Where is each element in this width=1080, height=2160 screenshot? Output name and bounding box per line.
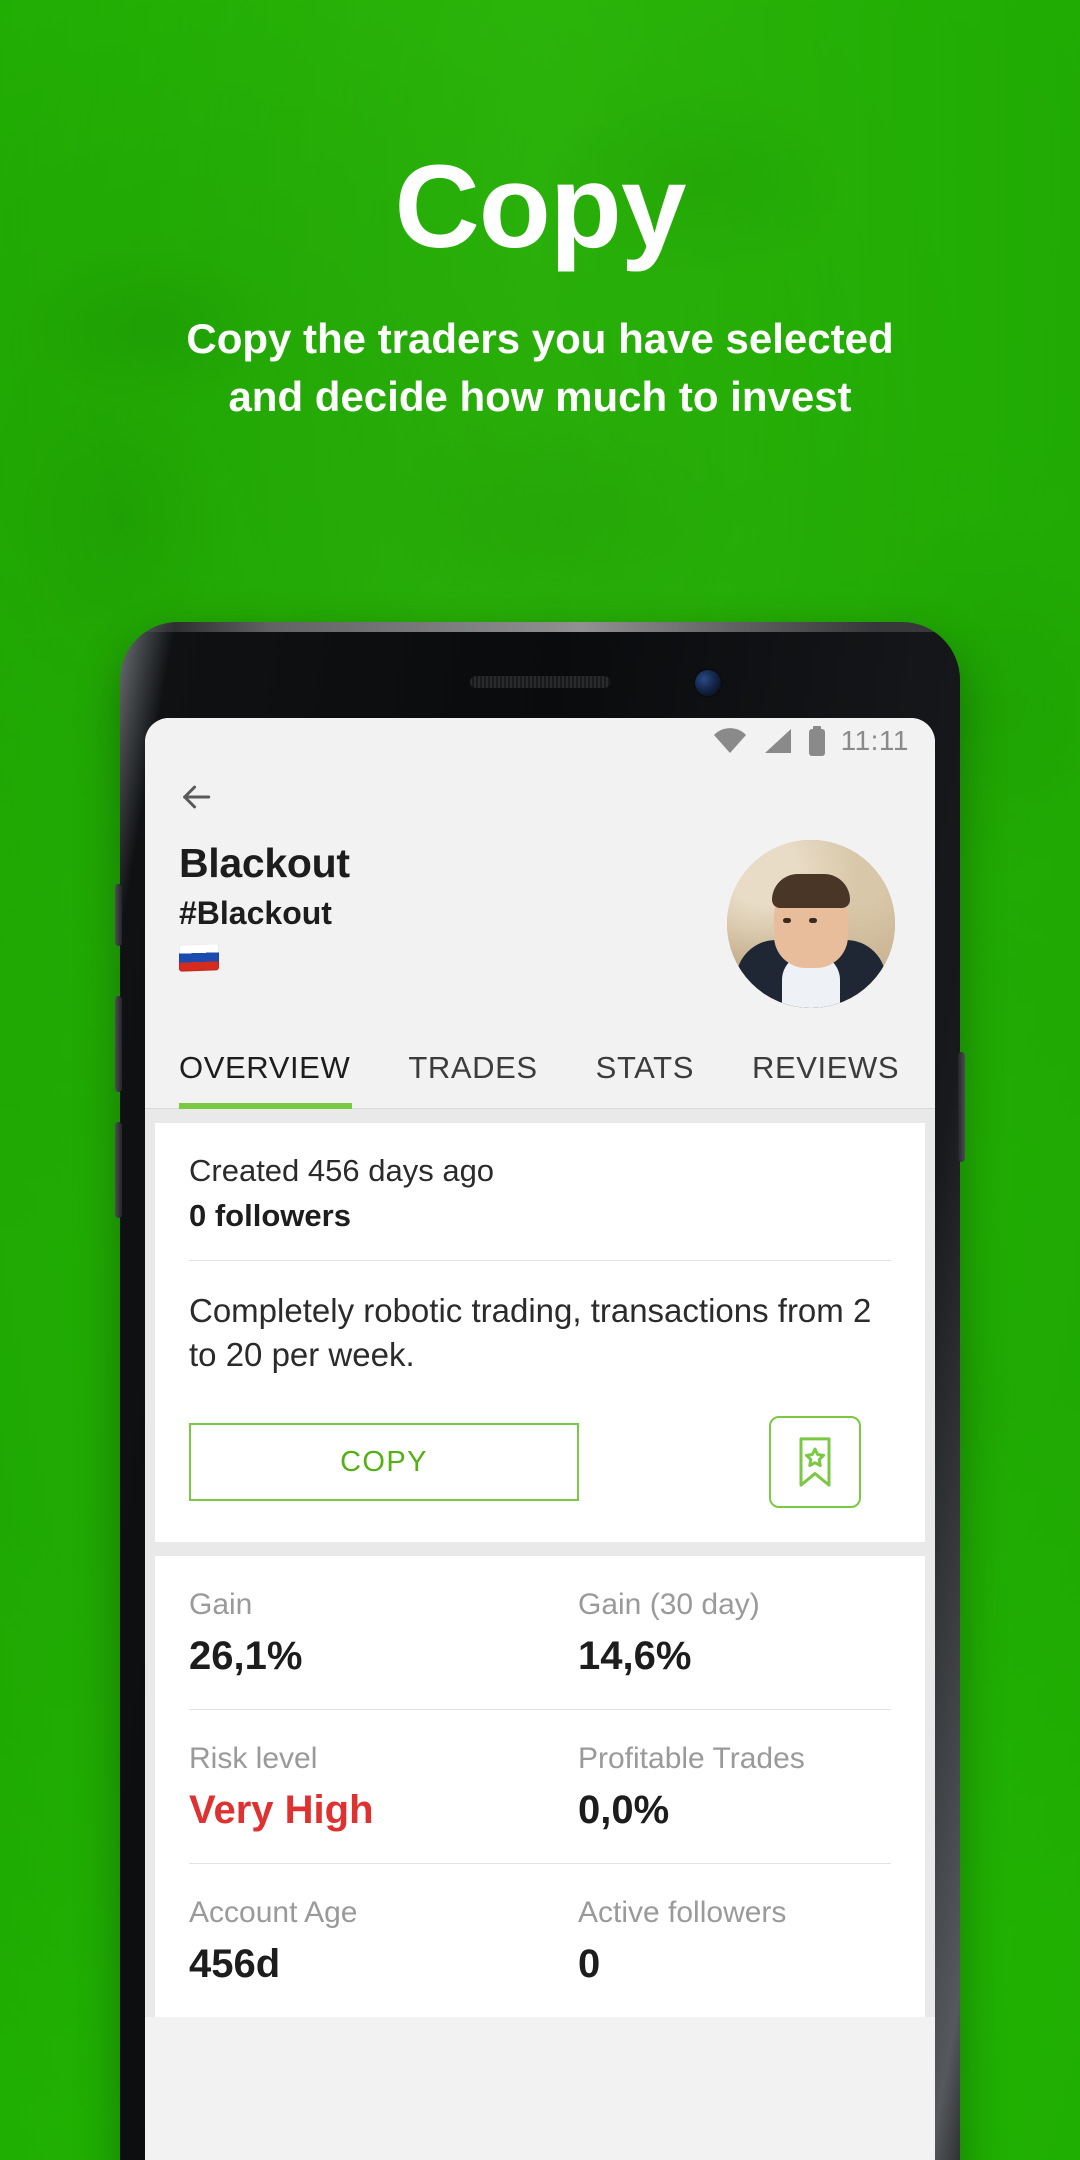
stat-value: Very High <box>189 1788 374 1833</box>
stat-label: Gain <box>189 1588 253 1622</box>
power-button[interactable] <box>958 1052 965 1162</box>
stat-gain: Gain 26,1% <box>189 1588 540 1679</box>
stat-value: 26,1% <box>189 1634 303 1679</box>
trader-tag: #Blackout <box>179 895 332 931</box>
earpiece-speaker <box>470 676 610 688</box>
page-title: Copy <box>394 141 687 273</box>
phone-mockup: 11:11 Blackout #Blackout OVERVIEW TRADES… <box>115 622 965 2160</box>
created-text: Created 456 days ago <box>189 1153 495 1188</box>
stat-value: 456d <box>189 1942 281 1987</box>
back-row <box>179 764 901 830</box>
stat-label: Active followers <box>578 1896 787 1930</box>
front-camera <box>695 670 721 696</box>
stat-account-age: Account Age 456d <box>189 1896 540 1987</box>
app-bar: Blackout #Blackout <box>145 764 935 1008</box>
info-card: Created 456 days ago 0 followers Complet… <box>155 1123 925 1543</box>
status-bar-clock: 11:11 <box>840 725 909 756</box>
profile-text-block: Blackout #Blackout <box>179 840 350 976</box>
stat-active-followers: Active followers 0 <box>540 1896 891 1987</box>
signal-icon <box>761 727 793 755</box>
assistant-button[interactable] <box>115 1122 122 1218</box>
subtitle-line-2: and decide how much to invest <box>228 372 852 420</box>
card-actions: COPY <box>189 1416 891 1509</box>
stat-value: 0,0% <box>578 1788 670 1833</box>
profile-tabs: OVERVIEW TRADES STATS REVIEWS OTH <box>145 1024 935 1109</box>
stat-row: Gain 26,1% Gain (30 day) 14,6% <box>189 1556 891 1711</box>
stat-row: Account Age 456d Active followers 0 <box>189 1864 891 2017</box>
bezel-highlight <box>120 622 960 632</box>
arrow-left-icon[interactable] <box>179 780 213 814</box>
battery-icon <box>807 726 827 756</box>
tab-overview[interactable]: OVERVIEW <box>179 1024 380 1109</box>
card-divider <box>189 1260 891 1261</box>
phone-screen: 11:11 Blackout #Blackout OVERVIEW TRADES… <box>145 718 935 2160</box>
hero-section: Copy Copy the traders you have selected … <box>0 0 1080 426</box>
tab-trades[interactable]: TRADES <box>380 1024 567 1108</box>
stats-card: Gain 26,1% Gain (30 day) 14,6% Risk leve… <box>155 1556 925 2018</box>
tab-reviews[interactable]: REVIEWS <box>724 1024 929 1108</box>
bookmark-star-icon[interactable] <box>769 1416 861 1509</box>
status-bar: 11:11 <box>145 718 935 764</box>
stat-gain-30-day: Gain (30 day) 14,6% <box>540 1588 891 1679</box>
tab-stats[interactable]: STATS <box>568 1024 724 1108</box>
stat-label: Profitable Trades <box>578 1742 805 1776</box>
wifi-icon <box>713 727 747 755</box>
stat-row: Risk level Very High Profitable Trades 0… <box>189 1710 891 1865</box>
avatar[interactable] <box>727 840 895 1008</box>
followers-text: 0 followers <box>189 1198 351 1233</box>
stat-value: 14,6% <box>578 1634 692 1679</box>
copy-button[interactable]: COPY <box>189 1423 579 1502</box>
stat-label: Gain (30 day) <box>578 1588 760 1622</box>
stat-label: Account Age <box>189 1896 358 1930</box>
subtitle-line-1: Copy the traders you have selected <box>186 315 894 362</box>
russia-flag-icon <box>179 943 350 976</box>
stat-risk-level: Risk level Very High <box>189 1742 540 1833</box>
stat-label: Risk level <box>189 1742 318 1776</box>
volume-up-button[interactable] <box>115 884 122 946</box>
strategy-description: Completely robotic trading, transactions… <box>189 1292 872 1373</box>
volume-down-button[interactable] <box>115 996 122 1092</box>
profile-header: Blackout #Blackout <box>179 830 901 1008</box>
stat-profitable-trades: Profitable Trades 0,0% <box>540 1742 891 1833</box>
tab-other[interactable]: OTH <box>929 1024 935 1108</box>
stat-value: 0 <box>578 1942 601 1987</box>
page-subtitle: Copy the traders you have selected and d… <box>0 310 1080 426</box>
overview-content: Created 456 days ago 0 followers Complet… <box>145 1109 935 2018</box>
trader-name: Blackout <box>179 840 350 886</box>
